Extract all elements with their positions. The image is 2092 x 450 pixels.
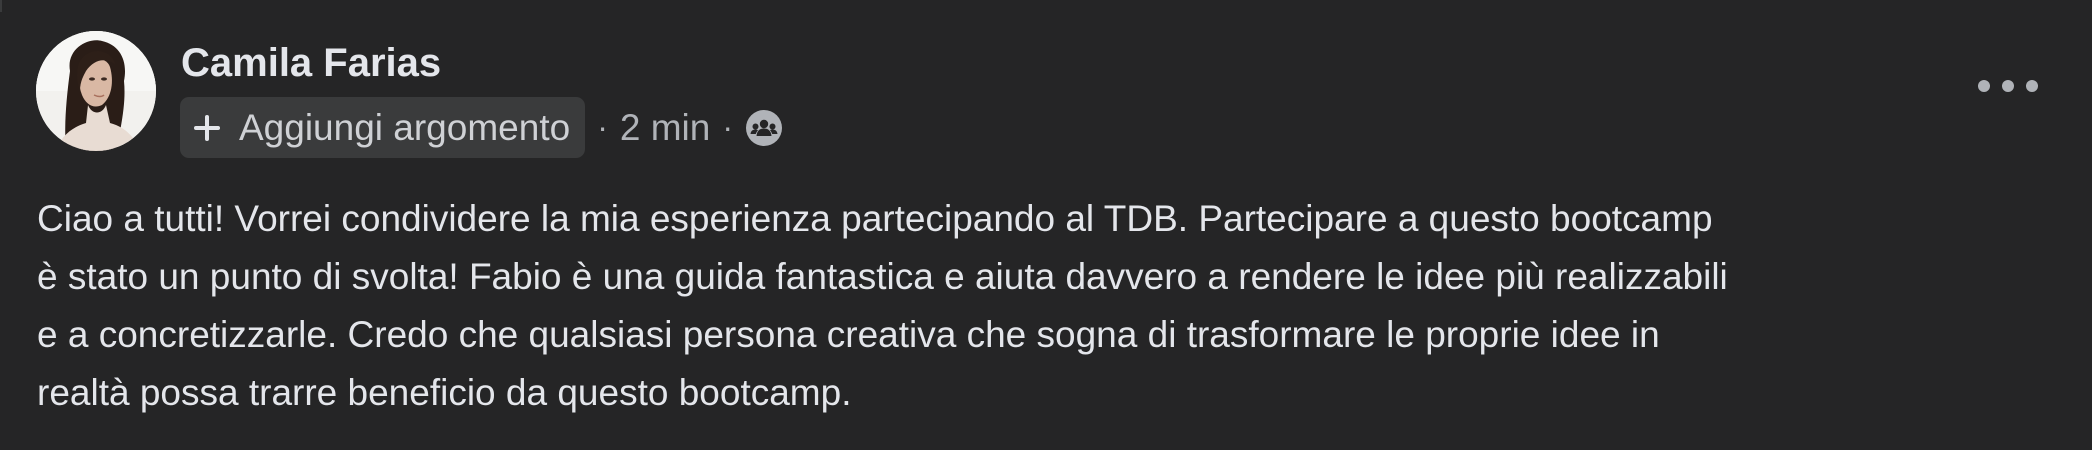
avatar[interactable] bbox=[36, 31, 156, 151]
plus-icon bbox=[194, 114, 220, 141]
add-topic-button[interactable]: Aggiungi argomento bbox=[180, 97, 586, 158]
post-text-line: Ciao a tutti! Vorrei condividere la mia … bbox=[37, 198, 1713, 239]
divider bbox=[0, 0, 2, 12]
post-text-line: è stato un punto di svolta! Fabio è una … bbox=[37, 256, 1728, 297]
post-text-line: realtà possa trarre beneficio da questo … bbox=[37, 372, 852, 413]
more-options-button[interactable] bbox=[1978, 66, 2038, 106]
add-topic-label: Aggiungi argomento bbox=[239, 106, 571, 148]
post-meta: Aggiungi argomento · 2 min · bbox=[180, 97, 783, 158]
author-name[interactable]: Camila Farias bbox=[181, 40, 441, 86]
meta-separator: · bbox=[722, 109, 733, 145]
group-audience-icon[interactable] bbox=[745, 109, 783, 147]
post-card: Camila Farias Aggiungi argomento · 2 min… bbox=[0, 0, 2092, 450]
profile-photo-icon bbox=[36, 31, 156, 151]
post-text: Ciao a tutti! Vorrei condividere la mia … bbox=[37, 190, 2067, 422]
post-text-line: e a concretizzarle. Credo che qualsiasi … bbox=[37, 314, 1660, 355]
more-horizontal-icon bbox=[2026, 80, 2038, 92]
more-horizontal-icon bbox=[1978, 80, 1990, 92]
more-horizontal-icon bbox=[2002, 80, 2014, 92]
meta-separator: · bbox=[597, 109, 608, 145]
post-timestamp[interactable]: 2 min bbox=[620, 107, 710, 149]
